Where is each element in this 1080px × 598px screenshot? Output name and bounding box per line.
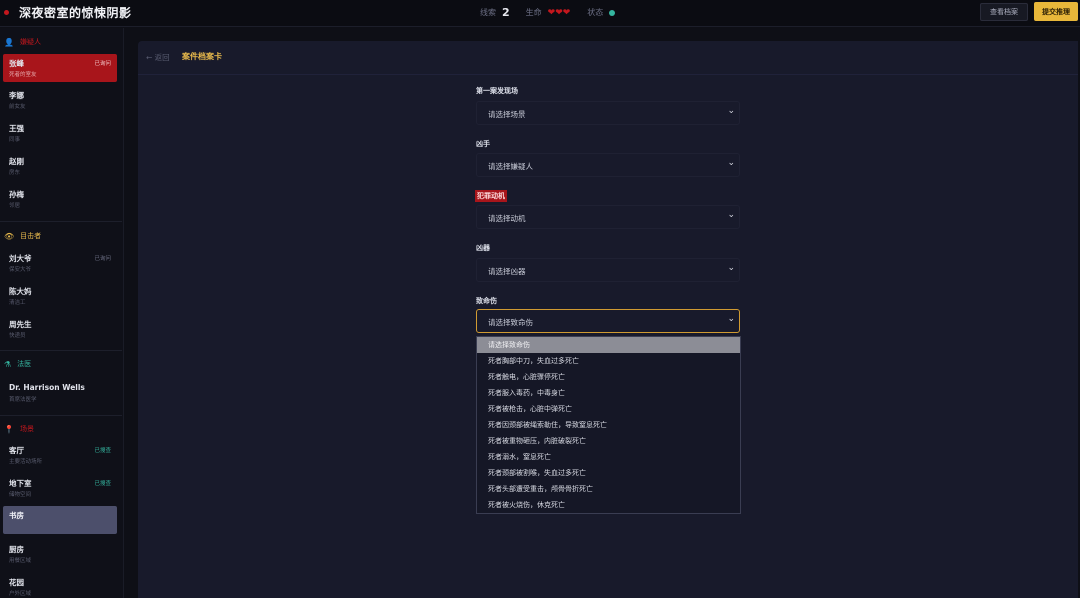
status-dot-icon [609, 9, 616, 16]
dropdown-option[interactable]: 死者被火烧伤，休克死亡 [477, 497, 740, 513]
page-title: 案件档案卡 [182, 51, 222, 61]
sidebar-item-suspect-zhaogang[interactable]: 赵刚 房东 [3, 152, 117, 180]
sidebar: 👤 嫌疑人 张峰 死者的室友 已询问 李娜 前女友 王强 同事 赵刚 房东 孙梅… [0, 28, 124, 598]
brand: 深夜密室的惊悚阴影 [4, 4, 132, 21]
sidebar-item-witness-chen[interactable]: 陈大妈 清洁工 [3, 282, 117, 310]
section-suspects: 👤 嫌疑人 [4, 37, 41, 47]
label-murderer: 凶手 [476, 140, 490, 148]
label-fatal-wound: 致命伤 [476, 297, 497, 305]
chevron-down-icon: ⌄ [727, 210, 735, 220]
submit-deduction-button[interactable]: 提交推理 [1034, 2, 1078, 21]
dropdown-option[interactable]: 死者溺水，窒息死亡 [477, 449, 740, 465]
sidebar-item-scene-study[interactable]: 书房 [3, 506, 117, 534]
section-witnesses: 👁 目击者 [4, 231, 42, 241]
dropdown-option[interactable]: 死者因颈部被绳索勒住，导致窒息死亡 [477, 417, 740, 433]
chevron-down-icon: ⌄ [727, 263, 735, 273]
dropdown-option[interactable]: 死者被重物砸压，内脏破裂死亡 [477, 433, 740, 449]
game-title: 深夜密室的惊悚阴影 [19, 6, 132, 20]
clues-count: 2 [502, 6, 510, 19]
stats-bar: 线索 2 生命 ❤❤❤ 状态 [480, 6, 631, 19]
status-badge: 已询问 [94, 61, 111, 67]
lives-stat: 生命 ❤❤❤ [525, 7, 571, 18]
dropdown-option[interactable]: 死者头部遭受重击，颅骨骨折死亡 [477, 481, 740, 497]
divider [0, 415, 122, 416]
dropdown-option[interactable]: 死者被枪击，心脏中弹死亡 [477, 401, 740, 417]
brand-dot-icon [4, 10, 9, 15]
status-badge: 已询问 [94, 256, 111, 262]
select-weapon[interactable]: 请选择凶器 ⌄ [476, 258, 740, 282]
divider [138, 74, 1078, 75]
status-badge: 已搜查 [94, 448, 111, 454]
chevron-down-icon: ⌄ [727, 314, 735, 324]
top-bar: 深夜密室的惊悚阴影 线索 2 生命 ❤❤❤ 状态 查看档案 提交推理 [0, 0, 1080, 27]
sidebar-item-suspect-zhangfeng[interactable]: 张峰 死者的室友 已询问 [3, 54, 117, 82]
select-first-scene[interactable]: 请选择场景 ⌄ [476, 101, 740, 125]
pin-icon: 📍 [4, 424, 14, 434]
dropdown-option[interactable]: 死者胸部中刀，失血过多死亡 [477, 353, 740, 369]
divider [0, 350, 122, 351]
label-weapon: 凶器 [476, 244, 490, 252]
dropdown-option[interactable]: 死者颈部被割喉，失血过多死亡 [477, 465, 740, 481]
section-scenes: 📍 场景 [4, 424, 34, 434]
sidebar-item-suspect-sunmei[interactable]: 孙梅 邻居 [3, 185, 117, 213]
eye-icon: 👁 [4, 231, 15, 241]
dropdown-option[interactable]: 请选择致命伤 [477, 337, 740, 353]
label-motive: 犯罪动机 [475, 190, 507, 202]
person-icon: 👤 [4, 37, 14, 47]
view-files-button[interactable]: 查看档案 [980, 3, 1028, 21]
sidebar-item-suspect-lina[interactable]: 李娜 前女友 [3, 86, 117, 114]
back-link[interactable]: ← 返回 [146, 52, 170, 63]
select-murderer[interactable]: 请选择嫌疑人 ⌄ [476, 153, 740, 177]
sidebar-item-scene-basement[interactable]: 地下室 储物空间 已搜查 [3, 474, 117, 502]
select-fatal-wound[interactable]: 请选择致命伤 ⌄ [476, 309, 740, 333]
divider [0, 221, 122, 222]
sidebar-item-scene-livingroom[interactable]: 客厅 主要活动场所 已搜查 [3, 441, 117, 469]
sidebar-item-witness-zhou[interactable]: 周先生 快递员 [3, 315, 117, 343]
sidebar-item-scene-kitchen[interactable]: 厨房 用餐区域 [3, 540, 117, 568]
fatal-wound-dropdown: 请选择致命伤 死者胸部中刀，失血过多死亡 死者触电，心脏骤停死亡 死者服入毒药，… [476, 336, 741, 514]
case-file-panel: ← 返回 案件档案卡 第一案发现场 请选择场景 ⌄ 凶手 请选择嫌疑人 ⌄ 犯罪… [138, 41, 1078, 598]
clues-stat: 线索 2 [480, 6, 510, 19]
sidebar-item-forensic-wells[interactable]: Dr. Harrison Wells 首席法医学 [3, 379, 117, 407]
status-stat: 状态 [587, 7, 616, 18]
sidebar-item-scene-garden[interactable]: 花园 户外区域 [3, 573, 117, 598]
sidebar-item-suspect-wangqiang[interactable]: 王强 同事 [3, 119, 117, 147]
section-forensics: ⚗ 法医 [4, 359, 32, 369]
heart-icon: ❤❤❤ [547, 7, 571, 18]
dropdown-option[interactable]: 死者服入毒药，中毒身亡 [477, 385, 740, 401]
label-first-scene: 第一案发现场 [476, 87, 518, 95]
status-badge: 已搜查 [94, 481, 111, 487]
sidebar-item-witness-liu[interactable]: 刘大爷 保安大爷 已询问 [3, 249, 117, 277]
dropdown-option[interactable]: 死者触电，心脏骤停死亡 [477, 369, 740, 385]
chevron-down-icon: ⌄ [727, 158, 735, 168]
select-motive[interactable]: 请选择动机 ⌄ [476, 205, 740, 229]
lab-icon: ⚗ [4, 359, 12, 369]
chevron-down-icon: ⌄ [727, 106, 735, 116]
